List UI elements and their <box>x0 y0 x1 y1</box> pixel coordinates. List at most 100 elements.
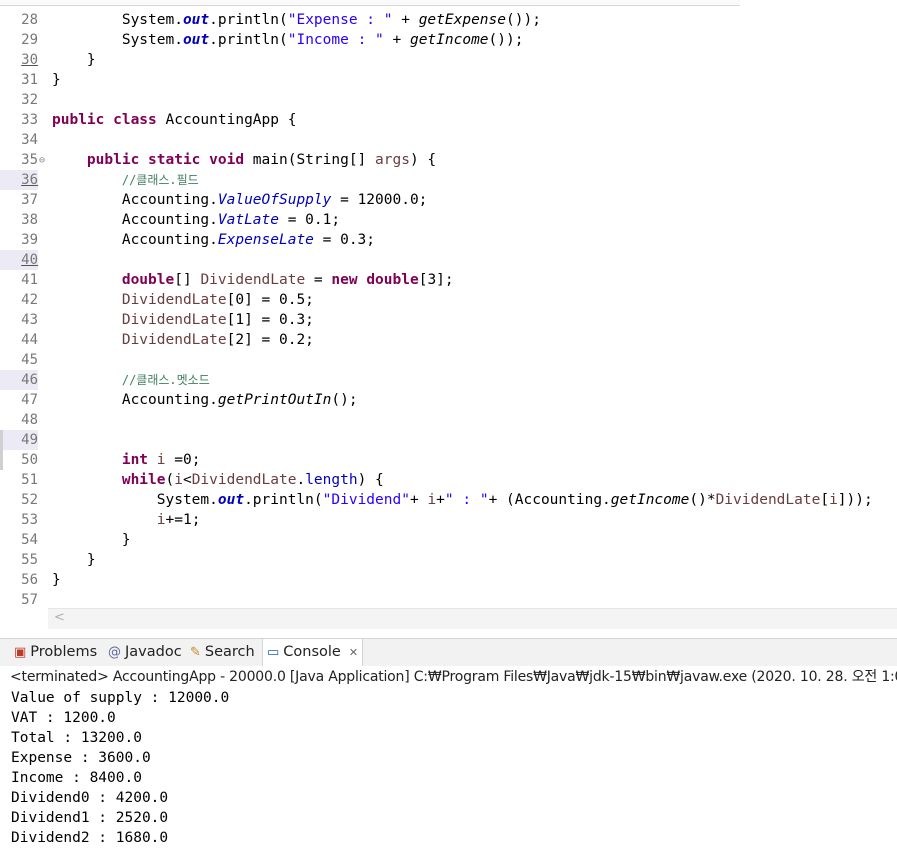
code-text: } <box>52 532 131 548</box>
code-text: int i =0; <box>121 452 201 468</box>
line-number: 41 <box>21 272 38 288</box>
line-number: 33 <box>21 112 38 128</box>
code-text: Accounting.ValueOfSupply = 12000.0; <box>52 192 428 208</box>
code-text: Accounting.ExpenseLate = 0.3; <box>52 232 376 248</box>
search-icon: ✎ <box>190 645 201 660</box>
code-line[interactable]: 35 ⊖ public static void main(String[] arg… <box>0 150 897 170</box>
code-line[interactable]: 29 System.out.println("Income : " + getI… <box>0 30 897 50</box>
line-number: 36 <box>0 170 38 190</box>
code-line[interactable]: 45 <box>0 350 897 370</box>
javadoc-icon: @ <box>108 645 121 660</box>
tab-search[interactable]: ✎ Search <box>186 639 259 666</box>
line-number: 37 <box>21 192 38 208</box>
code-text: System.out.println("Income : " + getInco… <box>52 32 524 48</box>
console-output-line: Income : 8400.0 <box>11 770 142 786</box>
line-number: 51 <box>21 472 38 488</box>
line-number: 54 <box>21 532 38 548</box>
code-line[interactable]: 36 //클래스.필드 <box>0 170 897 190</box>
tab-console[interactable]: ▭ Console ✕ <box>262 639 364 666</box>
line-number: 47 <box>21 392 38 408</box>
line-number: 35 <box>21 152 38 168</box>
line-number: 38 <box>21 212 38 228</box>
code-line[interactable]: 55 } <box>0 550 897 570</box>
line-number: 52 <box>21 492 38 508</box>
code-line[interactable]: 30 } <box>0 50 897 70</box>
line-number: 40 <box>0 250 38 270</box>
code-line[interactable]: 52 System.out.println("Dividend"+ i+" : … <box>0 490 897 510</box>
code-text: } <box>52 572 61 588</box>
code-editor[interactable]: 28 System.out.println("Expense : " + get… <box>0 0 897 633</box>
code-line[interactable]: 40 <box>0 250 897 270</box>
code-lines: 28 System.out.println("Expense : " + get… <box>0 10 897 610</box>
line-number: 32 <box>21 92 38 108</box>
code-line[interactable]: 50 int i =0; <box>0 450 897 470</box>
code-line[interactable]: 39 Accounting.ExpenseLate = 0.3; <box>0 230 897 250</box>
line-number: 31 <box>21 72 38 88</box>
code-line[interactable]: 43 DividendLate[1] = 0.3; <box>0 310 897 330</box>
console-output-line: Expense : 3600.0 <box>11 750 151 766</box>
code-text: Accounting.getPrintOutIn(); <box>52 392 358 408</box>
code-line[interactable]: 46 //클래스.멧소드 <box>0 370 897 390</box>
line-number: 34 <box>21 132 38 148</box>
code-line[interactable]: 38 Accounting.VatLate = 0.1; <box>0 210 897 230</box>
code-line[interactable]: 33 public class AccountingApp { <box>0 110 897 130</box>
console-output-line: Value of supply : 12000.0 <box>11 690 230 706</box>
view-tab-bar: ▣ Problems @ Javadoc ✎ Search ▭ Console ✕ <box>0 638 897 667</box>
code-line[interactable]: 44 DividendLate[2] = 0.2; <box>0 330 897 350</box>
code-text: double[] DividendLate = new double[3]; <box>121 272 454 288</box>
code-text: DividendLate[2] = 0.2; <box>121 332 314 348</box>
code-line[interactable]: 32 <box>0 90 897 110</box>
line-number: 29 <box>21 32 38 48</box>
console-output-line: VAT : 1200.0 <box>11 710 116 726</box>
code-line[interactable]: 42 DividendLate[0] = 0.5; <box>0 290 897 310</box>
code-line[interactable]: 48 <box>0 410 897 430</box>
code-line[interactable]: 49 <box>0 430 897 450</box>
console-output: Value of supply : 12000.0 VAT : 1200.0 Tot… <box>11 688 229 848</box>
console-status-line: <terminated> AccountingApp - 20000.0 [Ja… <box>10 669 897 685</box>
tab-javadoc[interactable]: @ Javadoc <box>104 639 186 666</box>
line-number: 28 <box>21 12 38 28</box>
left-edge-marker <box>0 430 3 470</box>
code-line[interactable]: 41 double[] DividendLate = new double[3]… <box>0 270 897 290</box>
line-number: 53 <box>21 512 38 528</box>
console-view: <terminated> AccountingApp - 20000.0 [Ja… <box>0 666 897 854</box>
code-line[interactable]: 37 Accounting.ValueOfSupply = 12000.0; <box>0 190 897 210</box>
tab-label: Console <box>283 644 341 660</box>
line-number: 49 <box>0 430 38 450</box>
code-text: } <box>52 52 96 68</box>
tab-label: Problems <box>30 644 98 660</box>
console-output-line: Dividend1 : 2520.0 <box>11 810 169 826</box>
line-number: 55 <box>21 552 38 568</box>
code-line[interactable]: 54 } <box>0 530 897 550</box>
code-text: //클래스.멧소드 <box>121 373 210 387</box>
code-line[interactable]: 34 <box>0 130 897 150</box>
code-line[interactable]: 47 Accounting.getPrintOutIn(); <box>0 390 897 410</box>
tab-problems[interactable]: ▣ Problems <box>10 639 101 666</box>
line-number: 46 <box>0 370 38 390</box>
code-line[interactable]: 57 <box>0 590 897 610</box>
code-line[interactable]: 51 while(i<DividendLate.length) { <box>0 470 897 490</box>
scroll-left-icon[interactable]: < <box>54 610 65 625</box>
horizontal-scrollbar[interactable]: < <box>48 608 897 629</box>
line-number: 42 <box>21 292 38 308</box>
tab-label: Javadoc <box>125 644 182 660</box>
code-line[interactable]: 28 System.out.println("Expense : " + get… <box>0 10 897 30</box>
console-output-line: Total : 13200.0 <box>11 730 142 746</box>
code-text: DividendLate[1] = 0.3; <box>121 312 314 328</box>
code-text: i+=1; <box>156 512 201 528</box>
code-text: System.out.println("Expense : " + getExp… <box>52 12 541 28</box>
editor-top-edge <box>0 0 740 6</box>
line-number: 45 <box>21 352 38 368</box>
code-line[interactable]: 53 i+=1; <box>0 510 897 530</box>
line-number: 39 <box>21 232 38 248</box>
code-line[interactable]: 31} <box>0 70 897 90</box>
fold-toggle-icon[interactable]: ⊖ <box>39 151 45 171</box>
code-text: //클래스.필드 <box>121 173 199 187</box>
line-number: 44 <box>21 332 38 348</box>
problems-icon: ▣ <box>14 645 27 660</box>
code-text: while(i<DividendLate.length) { <box>121 472 384 488</box>
code-text: public static void main(String[] args) { <box>86 152 437 168</box>
code-line[interactable]: 56} <box>0 570 897 590</box>
console-output-line: Dividend0 : 4200.0 <box>11 790 169 806</box>
close-icon[interactable]: ✕ <box>349 639 358 666</box>
